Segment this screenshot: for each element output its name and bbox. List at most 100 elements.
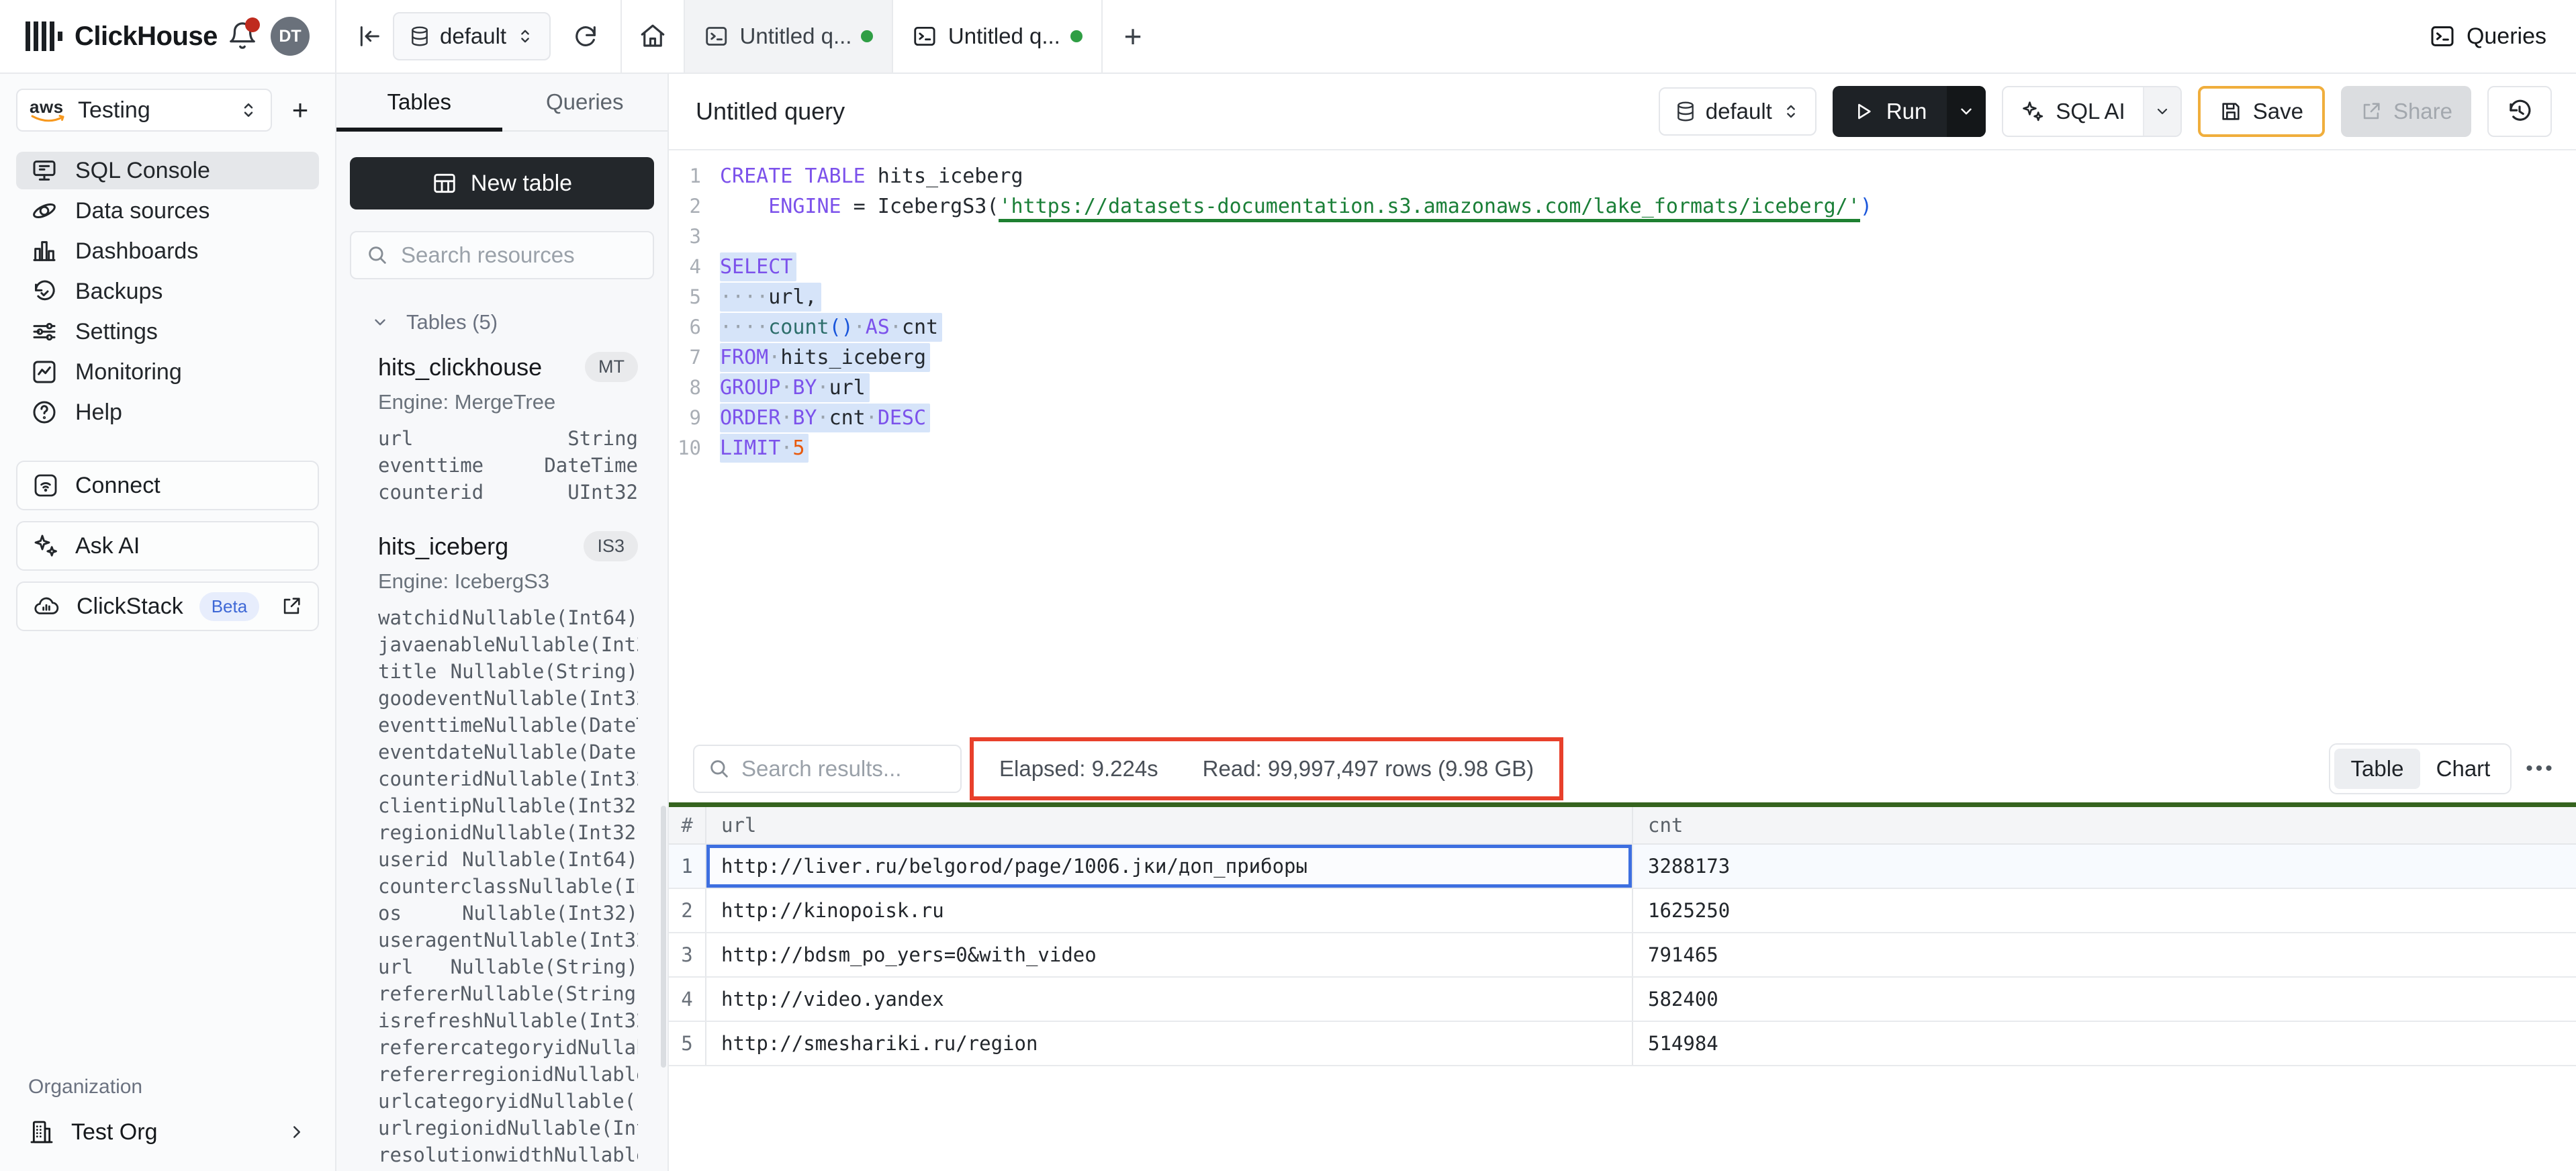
tables-section-header[interactable]: Tables (5) [350,310,654,334]
table-entry-hits-clickhouse[interactable]: hits_clickhouse MT Engine: MergeTree url… [378,352,638,506]
column-row: urlNullable(String) [378,953,638,980]
unsaved-dot-icon [861,30,873,42]
run-button[interactable]: Run [1833,86,1986,137]
code-line[interactable]: GROUP·BY·url [720,373,1872,403]
line-number-gutter: 12345678910 [669,161,712,463]
database-select-value: default [440,24,506,49]
org-switcher[interactable]: Test Org [16,1111,319,1154]
clickstack-label: ClickStack [77,594,183,620]
column-row: titleNullable(String) [378,658,638,685]
connect-button[interactable]: Connect [16,461,319,510]
code-line[interactable]: ····url, [720,282,1872,312]
chevron-down-icon [371,314,389,331]
table-row[interactable]: 1http://liver.ru/belgorod/page/1006.jки/… [669,845,2576,889]
code-line[interactable]: ····count()·AS·cnt [720,312,1872,342]
history-icon [2505,97,2534,126]
code-line[interactable]: ORDER·BY·cnt·DESC [720,403,1872,433]
code-line[interactable]: ENGINE = IcebergS3('https://datasets-doc… [720,191,1872,222]
code-line[interactable]: FROM·hits_iceberg [720,342,1872,373]
column-row: watchidNullable(Int64) [378,604,638,631]
sql-editor[interactable]: 12345678910 CREATE TABLE hits_iceberg EN… [669,150,2576,463]
table-row[interactable]: 5http://smeshariki.ru/region514984 [669,1022,2576,1066]
search-resources-input[interactable]: Search resources [350,231,654,279]
table-icon [432,171,457,196]
database-icon [1675,101,1696,122]
avatar[interactable]: DT [271,17,310,56]
more-options-icon[interactable]: ••• [2512,757,2569,780]
toggle-table[interactable]: Table [2334,749,2420,789]
code-lines[interactable]: CREATE TABLE hits_iceberg ENGINE = Icebe… [720,161,1872,463]
run-options-chevron-icon[interactable] [1947,86,1986,137]
toggle-chart[interactable]: Chart [2420,749,2506,789]
query-tab-1[interactable]: Untitled q... [684,0,893,73]
sidebar-item-monitoring[interactable]: Monitoring [16,353,319,391]
sql-ai-chevron-icon[interactable] [2143,87,2180,136]
tab-queries[interactable]: Queries [502,74,668,130]
code-line[interactable]: CREATE TABLE hits_iceberg [720,161,1872,191]
connect-icon [32,472,59,499]
tab-label: Untitled q... [740,24,851,49]
code-line[interactable] [720,222,1872,252]
code-line[interactable]: SELECT [720,252,1872,282]
chevron-updown-icon [1782,102,1800,121]
search-results-input[interactable]: Search results... [693,745,962,793]
sidebar-item-sql-console[interactable]: SQL Console [16,152,319,189]
line-number: 10 [669,433,701,463]
organization-block: Organization Test Org [0,1076,335,1154]
elapsed-stat: Elapsed: 9.224s [999,756,1158,782]
terminal-icon [704,24,729,49]
save-button[interactable]: Save [2198,86,2325,137]
line-number: 1 [669,161,701,191]
sql-ai-button[interactable]: SQL AI [2002,86,2181,137]
tab-label: Untitled q... [948,24,1060,49]
clickstack-button[interactable]: ClickStack Beta [16,581,319,631]
topbar-database-select[interactable]: default [393,12,551,60]
editor-database-select[interactable]: default [1659,87,1816,136]
collapse-sidebar-icon[interactable] [346,13,393,60]
column-row: clientipNullable(Int32) [378,792,638,819]
connect-label: Connect [75,473,160,499]
line-number: 6 [669,312,701,342]
panel-scrollbar[interactable] [661,806,666,1068]
notifications-bell-icon[interactable] [226,20,259,52]
query-title[interactable]: Untitled query [696,97,845,126]
column-row: urlcategoryidNullable(Int32 [378,1088,638,1115]
col-header-cnt[interactable]: cnt [1633,807,2576,843]
table-entry-hits-iceberg[interactable]: hits_iceberg IS3 Engine: IcebergS3 watch… [378,531,638,1171]
view-toggle: Table Chart [2329,743,2512,794]
sidebar-item-data-sources[interactable]: Data sources [16,192,319,230]
sidebar-item-label: Monitoring [75,359,182,385]
run-label: Run [1886,99,1927,124]
share-button[interactable]: Share [2341,86,2471,137]
col-header-url[interactable]: url [706,807,1633,843]
table-engine: Engine: MergeTree [378,390,638,414]
column-row: javaenableNullable(Int32) [378,631,638,658]
queries-button[interactable]: Queries [2429,23,2546,50]
add-service-plus-icon[interactable]: + [281,91,319,129]
home-icon[interactable] [622,0,684,73]
tab-tables[interactable]: Tables [336,74,502,130]
workspace-select[interactable]: aws Testing [16,89,272,132]
code-line[interactable]: LIMIT·5 [720,433,1872,463]
refresh-icon[interactable] [560,11,611,62]
sidebar-item-help[interactable]: Help [16,393,319,431]
col-header-index[interactable]: # [669,807,706,843]
unsaved-dot-icon [1070,30,1083,42]
column-row: counteridNullable(Int32) [378,765,638,792]
query-tab-2[interactable]: Untitled q... [893,0,1103,73]
sidebar-item-label: SQL Console [75,158,210,184]
clickstack-cloud-icon [32,592,60,620]
query-history-button[interactable] [2487,86,2552,137]
sidebar-item-backups[interactable]: Backups [16,273,319,310]
sidebar-item-dashboards[interactable]: Dashboards [16,232,319,270]
ask-ai-button[interactable]: Ask AI [16,521,319,571]
table-row[interactable]: 2http://kinopoisk.ru1625250 [669,889,2576,933]
table-row[interactable]: 3http://bdsm_po_yers=0&with_video791465 [669,933,2576,978]
new-tab-plus-icon[interactable]: + [1103,0,1163,73]
table-row[interactable]: 4http://video.yandex582400 [669,978,2576,1022]
new-table-button[interactable]: New table [350,157,654,209]
sidebar-item-label: Dashboards [75,238,198,265]
sidebar-item-settings[interactable]: Settings [16,313,319,350]
column-row: resolutionheightNullable(In [378,1168,638,1171]
chevron-right-icon [287,1122,307,1142]
